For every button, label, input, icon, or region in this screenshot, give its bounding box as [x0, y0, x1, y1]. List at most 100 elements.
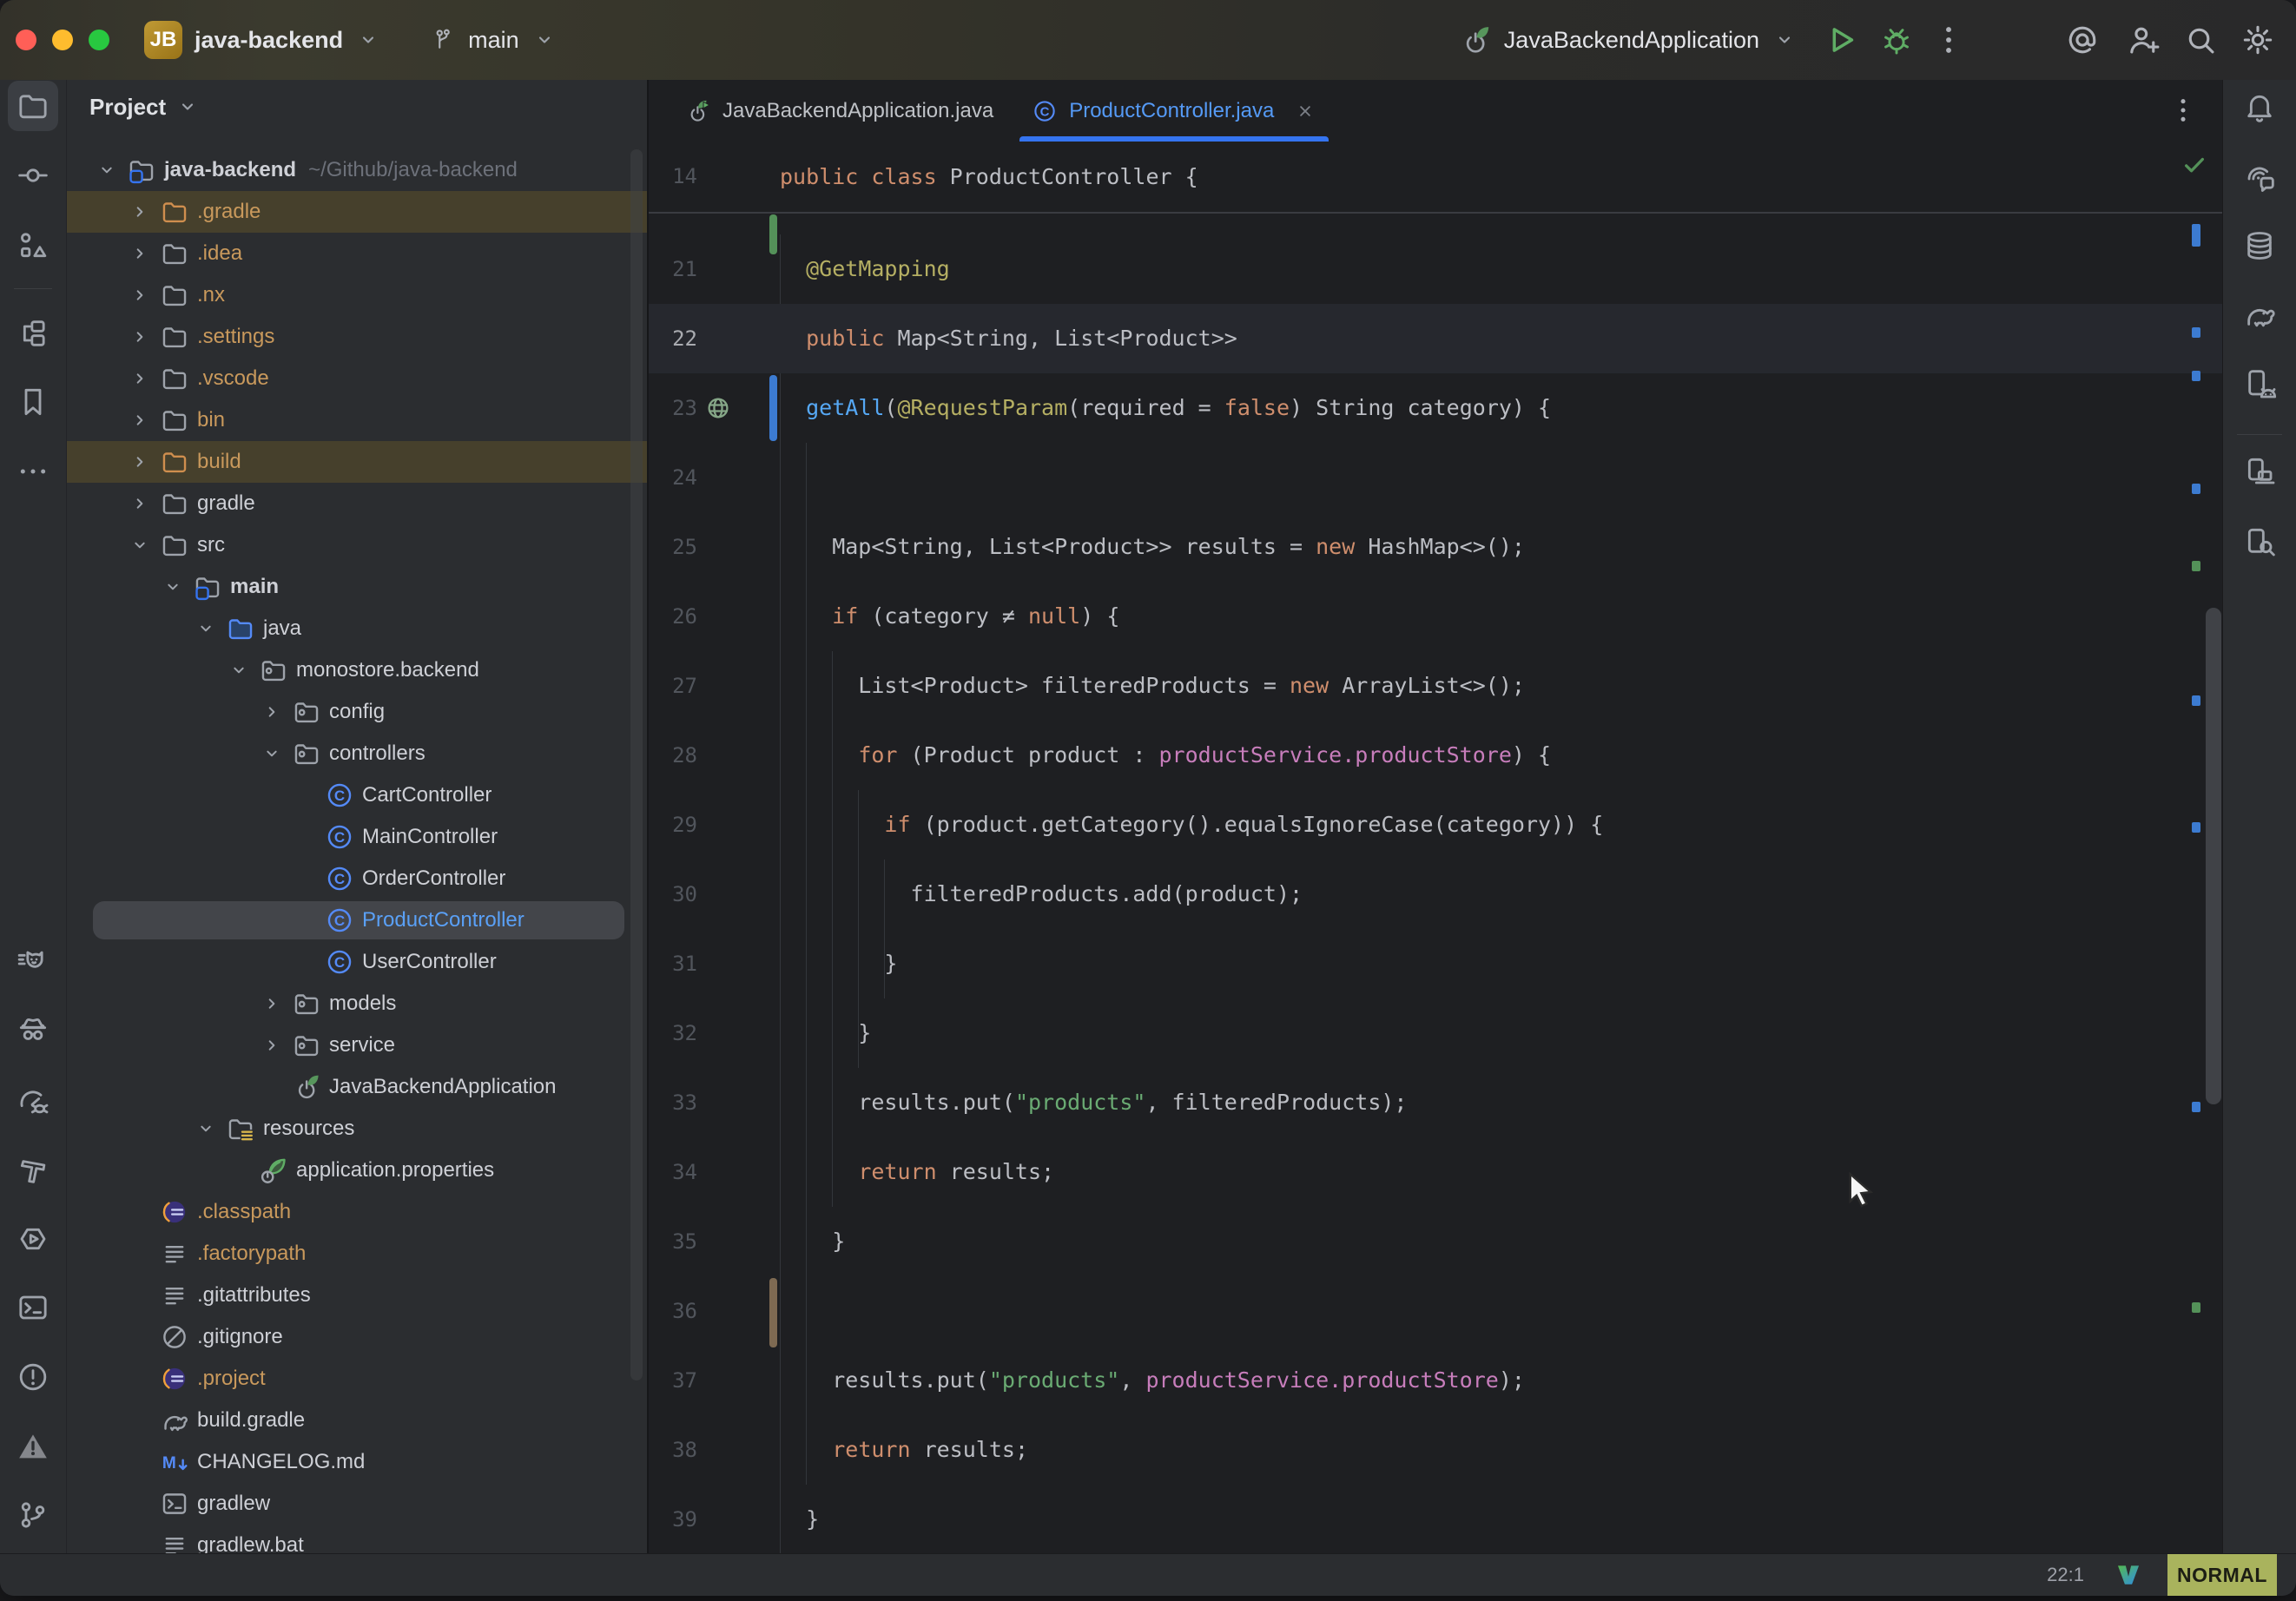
- tree-item-maincontroller[interactable]: CMainController: [67, 816, 647, 858]
- branch-widget[interactable]: main: [430, 27, 558, 54]
- zoom-window-button[interactable]: [89, 30, 109, 50]
- chevron-right-icon[interactable]: [128, 491, 152, 516]
- code-text[interactable]: }: [780, 929, 897, 998]
- code-text[interactable]: return results;: [780, 1415, 1028, 1485]
- chevron-right-icon[interactable]: [260, 992, 284, 1016]
- warnings-button[interactable]: [8, 1421, 58, 1472]
- chevron-right-icon[interactable]: [128, 283, 152, 307]
- speedy-cat-plugin-button[interactable]: [8, 937, 58, 987]
- chevron-down-icon[interactable]: [161, 575, 185, 599]
- editor-options-kebab-icon[interactable]: [2167, 94, 2200, 127]
- tree-item-main[interactable]: main: [67, 566, 647, 608]
- code-text[interactable]: return results;: [780, 1137, 1054, 1207]
- gradle-button[interactable]: [2234, 289, 2285, 339]
- tree-item--settings[interactable]: .settings: [67, 316, 647, 358]
- ai-assistant-at-icon[interactable]: [2063, 21, 2101, 59]
- tree-item-java[interactable]: java: [67, 608, 647, 649]
- code-editor[interactable]: 14public class ProductController {21 @Ge…: [649, 142, 2222, 1554]
- commit-button[interactable]: [8, 150, 58, 201]
- settings-gear-icon[interactable]: [2239, 21, 2277, 59]
- ideavim-icon[interactable]: [2114, 1560, 2143, 1590]
- code-text[interactable]: filteredProducts.add(product);: [780, 860, 1303, 929]
- code-text[interactable]: }: [780, 998, 871, 1068]
- build-button[interactable]: [8, 1144, 58, 1195]
- tree-item-productcontroller[interactable]: CProductController: [67, 899, 647, 941]
- project-panel-header[interactable]: Project: [67, 80, 201, 134]
- debug-button[interactable]: [1877, 21, 1916, 59]
- chevron-down-icon[interactable]: [128, 533, 152, 557]
- chevron-right-icon[interactable]: [128, 450, 152, 474]
- vim-mode-badge[interactable]: NORMAL: [2167, 1554, 2277, 1596]
- chevron-right-icon[interactable]: [128, 200, 152, 224]
- database-button[interactable]: [2234, 221, 2285, 271]
- tree-item--gitattributes[interactable]: .gitattributes: [67, 1275, 647, 1316]
- editor-tab-javabackendapplication-java[interactable]: JavaBackendApplication.java: [666, 80, 1013, 142]
- tree-item-models[interactable]: models: [67, 983, 647, 1025]
- code-text[interactable]: public Map<String, List<Product>>: [780, 304, 1237, 373]
- code-line-24[interactable]: 24: [649, 443, 2222, 512]
- tree-item-src[interactable]: src: [67, 524, 647, 566]
- tree-item-java-backend[interactable]: java-backend~/Github/java-backend: [67, 149, 647, 191]
- vcs-change-marker[interactable]: [769, 1278, 777, 1347]
- tree-item-changelog-md[interactable]: MCHANGELOG.md: [67, 1441, 647, 1483]
- close-tab-icon[interactable]: [1294, 100, 1316, 122]
- run-configuration-widget[interactable]: JavaBackendApplication: [1459, 23, 1798, 56]
- chevron-right-icon[interactable]: [128, 325, 152, 349]
- tree-item-resources[interactable]: resources: [67, 1108, 647, 1150]
- code-line-29[interactable]: 29 if (product.getCategory().equalsIgnor…: [649, 790, 2222, 860]
- code-line-36[interactable]: 36: [649, 1276, 2222, 1346]
- tree-item-service[interactable]: service: [67, 1025, 647, 1066]
- device-explorer-button[interactable]: [2234, 517, 2285, 567]
- tree-item-build[interactable]: build: [67, 441, 647, 483]
- tree-item--gradle[interactable]: .gradle: [67, 191, 647, 233]
- project-tree-scrollbar[interactable]: [630, 149, 643, 1380]
- code-text[interactable]: for (Product product : productService.pr…: [780, 721, 1551, 790]
- code-line-21[interactable]: 21 @GetMapping: [649, 234, 2222, 304]
- chevron-right-icon[interactable]: [128, 408, 152, 432]
- tree-item--factorypath[interactable]: .factorypath: [67, 1233, 647, 1275]
- code-line-39[interactable]: 39 }: [649, 1485, 2222, 1554]
- code-line-34[interactable]: 34 return results;: [649, 1137, 2222, 1207]
- more-actions-kebab-icon[interactable]: [1930, 21, 1968, 59]
- code-line-35[interactable]: 35 }: [649, 1207, 2222, 1276]
- tree-item-controllers[interactable]: controllers: [67, 733, 647, 774]
- device-manager-button[interactable]: [2234, 446, 2285, 497]
- editor-scrollbar[interactable]: [2206, 608, 2221, 1104]
- code-line-22[interactable]: 22 public Map<String, List<Product>>: [649, 304, 2222, 373]
- tree-item--nx[interactable]: .nx: [67, 274, 647, 316]
- code-text[interactable]: if (product.getCategory().equalsIgnoreCa…: [780, 790, 1603, 860]
- tree-item-ordercontroller[interactable]: COrderController: [67, 858, 647, 899]
- code-line-37[interactable]: 37 results.put("products", productServic…: [649, 1346, 2222, 1415]
- chevron-right-icon[interactable]: [128, 366, 152, 391]
- tree-item-config[interactable]: config: [67, 691, 647, 733]
- code-line-38[interactable]: 38 return results;: [649, 1415, 2222, 1485]
- code-text[interactable]: }: [780, 1485, 819, 1554]
- code-text[interactable]: public class ProductController {: [780, 142, 1198, 212]
- chevron-right-icon[interactable]: [128, 241, 152, 266]
- tree-item-cartcontroller[interactable]: CCartController: [67, 774, 647, 816]
- search-everywhere-icon[interactable]: [2181, 21, 2220, 59]
- code-line-33[interactable]: 33 results.put("products", filteredProdu…: [649, 1068, 2222, 1137]
- code-line-27[interactable]: 27 List<Product> filteredProducts = new …: [649, 651, 2222, 721]
- tree-item--idea[interactable]: .idea: [67, 233, 647, 274]
- inspection-ok-check-icon[interactable]: [2180, 150, 2209, 180]
- chevron-right-icon[interactable]: [260, 1033, 284, 1057]
- tree-item-javabackendapplication[interactable]: JavaBackendApplication: [67, 1066, 647, 1108]
- more-tool-windows-button[interactable]: [8, 446, 58, 497]
- code-text[interactable]: List<Product> filteredProducts = new Arr…: [780, 651, 1525, 721]
- caret-position[interactable]: 22:1: [2047, 1564, 2084, 1586]
- run-button[interactable]: [1822, 21, 1860, 59]
- project-button[interactable]: [8, 81, 58, 131]
- run-anything-button[interactable]: [8, 1214, 58, 1264]
- code-text[interactable]: getAll(@RequestParam(required = false) S…: [780, 373, 1551, 443]
- tree-item-bin[interactable]: bin: [67, 399, 647, 441]
- code-text[interactable]: results.put("products", filteredProducts…: [780, 1068, 1407, 1137]
- editor-tab-productcontroller-java[interactable]: CProductController.java: [1013, 80, 1336, 142]
- tree-item-gradlew[interactable]: gradlew: [67, 1483, 647, 1525]
- code-line-32[interactable]: 32 }: [649, 998, 2222, 1068]
- code-line-30[interactable]: 30 filteredProducts.add(product);: [649, 860, 2222, 929]
- chevron-right-icon[interactable]: [260, 700, 284, 724]
- code-text[interactable]: if (category ≠ null) {: [780, 582, 1119, 651]
- tree-item-gradle[interactable]: gradle: [67, 483, 647, 524]
- tree-item-build-gradle[interactable]: build.gradle: [67, 1400, 647, 1441]
